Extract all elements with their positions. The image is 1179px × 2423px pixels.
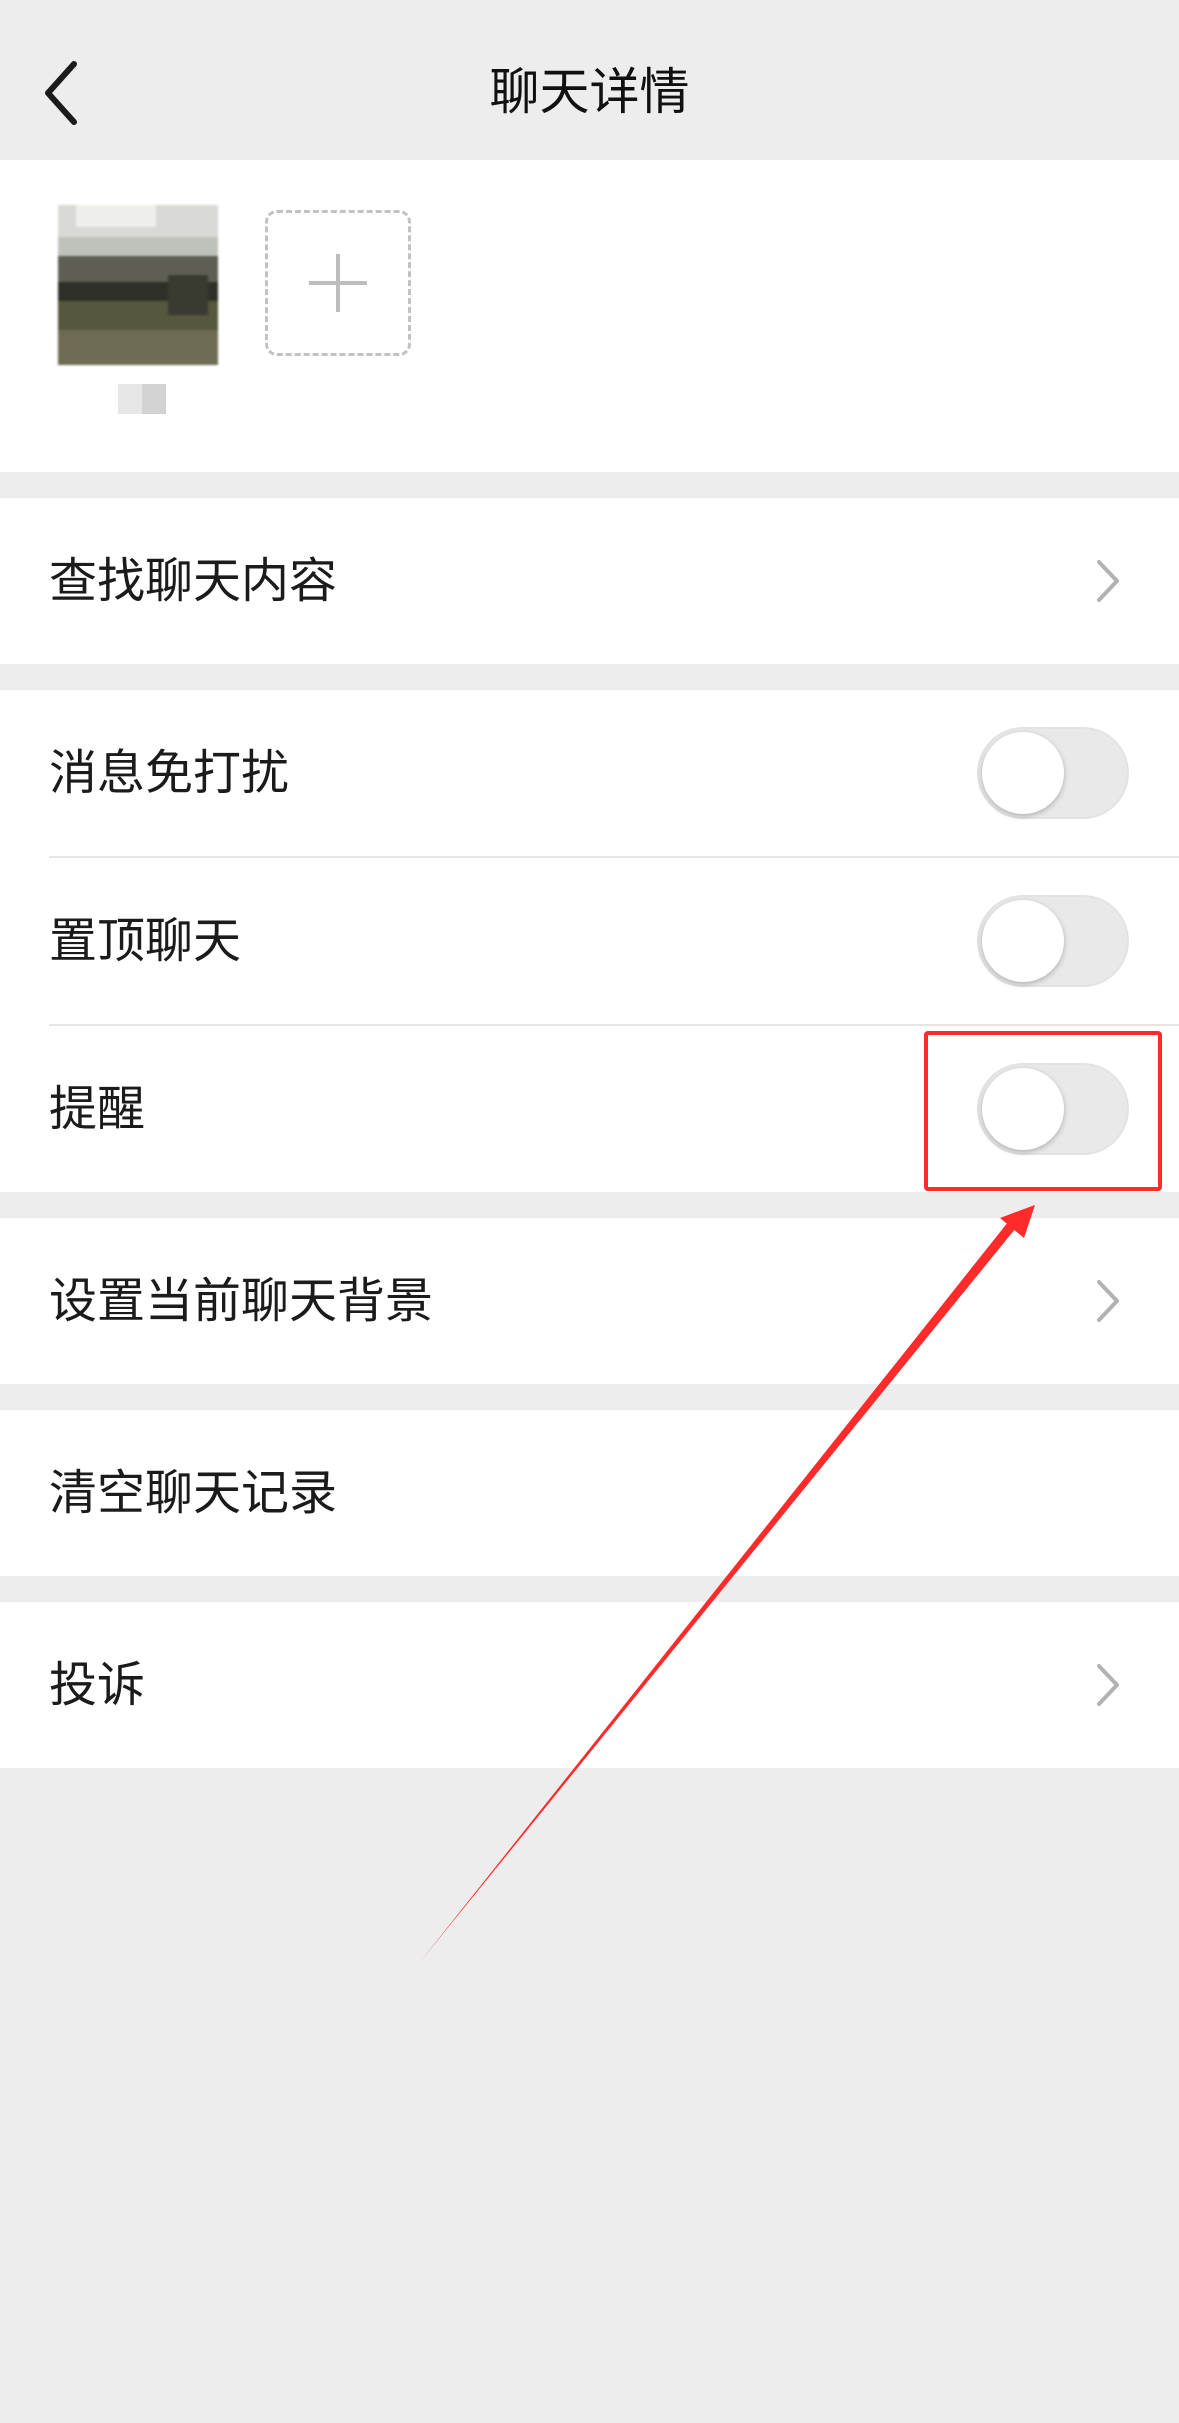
- chevron-right-icon: [1097, 1664, 1119, 1706]
- pin-row: 置顶聊天: [0, 858, 1179, 1024]
- chevron-right-icon: [1097, 560, 1119, 602]
- pin-toggle[interactable]: [977, 895, 1129, 987]
- clear-history-row[interactable]: 清空聊天记录: [0, 1410, 1179, 1576]
- mute-row: 消息免打扰: [0, 690, 1179, 856]
- toggle-knob: [982, 732, 1064, 814]
- clear-history-section: 清空聊天记录: [0, 1410, 1179, 1576]
- toggle-knob: [982, 900, 1064, 982]
- member-list: [0, 160, 1179, 472]
- chevron-right-icon: [1097, 1280, 1119, 1322]
- plus-icon: [309, 254, 367, 312]
- background-section: 设置当前聊天背景: [0, 1218, 1179, 1384]
- set-background-label: 设置当前聊天背景: [49, 1273, 434, 1329]
- mute-label: 消息免打扰: [49, 745, 290, 801]
- report-row[interactable]: 投诉: [0, 1602, 1179, 1768]
- clear-history-label: 清空聊天记录: [49, 1465, 338, 1521]
- search-chat-section: 查找聊天内容: [0, 498, 1179, 664]
- navigation-bar: 聊天详情: [0, 0, 1179, 160]
- page-title: 聊天详情: [489, 63, 690, 121]
- pin-label: 置顶聊天: [49, 913, 242, 969]
- member-avatar[interactable]: [58, 205, 218, 365]
- search-chat-row[interactable]: 查找聊天内容: [0, 498, 1179, 664]
- report-section: 投诉: [0, 1602, 1179, 1768]
- search-chat-label: 查找聊天内容: [49, 553, 338, 609]
- set-background-row[interactable]: 设置当前聊天背景: [0, 1218, 1179, 1384]
- remind-label: 提醒: [49, 1081, 146, 1137]
- annotation-highlight-box: [924, 1031, 1162, 1191]
- mute-toggle[interactable]: [977, 727, 1129, 819]
- report-label: 投诉: [49, 1657, 146, 1713]
- add-member-button[interactable]: [265, 210, 411, 356]
- member-name: [118, 384, 166, 414]
